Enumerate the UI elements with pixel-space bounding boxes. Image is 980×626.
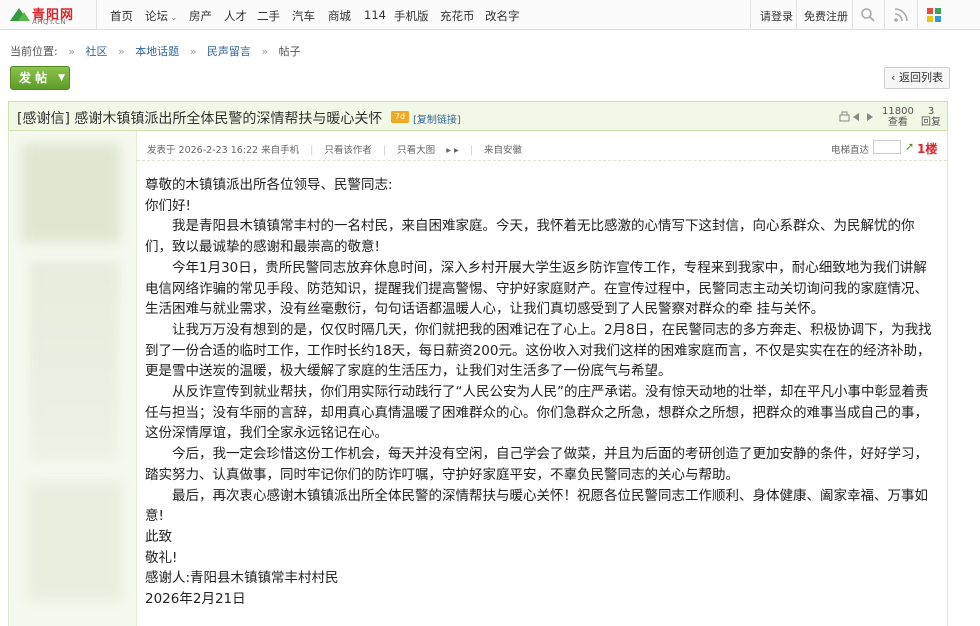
nav-item-mobile[interactable]: 手机版 — [394, 8, 429, 24]
logo-mountain-small-icon — [18, 12, 30, 21]
rss-icon[interactable] — [892, 6, 910, 24]
breadcrumb-separator: » — [261, 45, 269, 58]
nav-item-secondhand[interactable]: 二手 — [257, 8, 280, 24]
letter-closing: 此致 — [145, 528, 172, 545]
back-to-list-button[interactable]: ‹ 返回列表 — [884, 67, 950, 89]
author-stats-blurred — [27, 481, 123, 601]
new-post-button[interactable]: 发 帖 ▼ — [10, 66, 70, 90]
letter-paragraph: 让我万万没有想到的是，仅仅时隔几天，你们就把我的困难记在了心上。2月8日，在民警… — [145, 321, 932, 380]
meta-separator: | — [469, 145, 473, 156]
letter-signer: 感谢人:青阳县木镇镇常丰村村民 — [145, 570, 339, 587]
top-nav-bar: 青阳网 AHQY.CN 首页 论坛 ⌄ 房产 人才 二手 汽车 商城 114 手机… — [0, 0, 980, 30]
view-count: 11800 查看 — [882, 106, 914, 128]
print-icon[interactable] — [839, 111, 850, 122]
nav-item-recharge[interactable]: 充花币 — [440, 8, 475, 24]
search-icon[interactable] — [859, 6, 877, 24]
avatar — [21, 143, 121, 243]
letter-paragraph: 从反诈宣传到就业帮扶，你们用实际行动践行了“人民公安为人民”的庄严承诺。没有惊天… — [145, 384, 929, 442]
login-link[interactable]: 请登录 — [760, 8, 793, 24]
meta-separator: | — [310, 145, 314, 156]
post-timestamp: 发表于 2026-2-23 16:22 来自手机 — [147, 145, 300, 156]
site-logo[interactable]: 青阳网 AHQY.CN — [10, 4, 82, 26]
reply-count-label: 回复 — [921, 117, 941, 128]
letter-salute: 敬礼! — [145, 549, 178, 566]
reply-count-value: 3 — [927, 106, 935, 117]
chevron-down-icon: ▼ — [58, 73, 65, 83]
nav-item-114[interactable]: 114 — [364, 8, 386, 22]
nav-divider — [750, 0, 751, 30]
back-to-list-label: 返回列表 — [898, 71, 943, 84]
thread-title: [感谢信] 感谢木镇镇派出所全体民警的深情帮扶与暖心关怀 — [17, 111, 383, 127]
only-big-image-link[interactable]: 只看大图 — [397, 145, 435, 156]
post-content: 尊敬的木镇镇派出所各位领导、民警同志: 你们好! 我是青阳县木镇镇常丰村的一名村… — [145, 175, 935, 610]
letter-date: 2026年2月21日 — [145, 591, 246, 608]
floor-jump-label: 电梯直达 — [831, 145, 870, 156]
breadcrumb-item-local-topics[interactable]: 本地话题 — [135, 45, 179, 58]
only-author-link[interactable]: 只看该作者 — [324, 145, 372, 156]
breadcrumb-separator: » — [189, 45, 197, 58]
nav-divider — [796, 0, 797, 30]
nav-item-forum[interactable]: 论坛 ⌄ — [145, 8, 178, 24]
copy-link-button[interactable]: [复制链接] — [413, 111, 461, 126]
nav-item-housing[interactable]: 房产 — [189, 8, 212, 24]
register-link[interactable]: 免费注册 — [804, 8, 848, 24]
author-info-blurred — [29, 261, 119, 461]
apps-icon[interactable] — [925, 6, 943, 24]
breadcrumb-item-messages[interactable]: 民声留言 — [207, 45, 251, 58]
nav-item-rename[interactable]: 改名字 — [485, 8, 520, 24]
nav-divider — [884, 0, 885, 30]
floor-jump-input[interactable] — [873, 140, 901, 154]
breadcrumb-separator: » — [117, 45, 125, 58]
breadcrumb-item-post: 帖子 — [278, 45, 301, 58]
prev-thread-icon[interactable] — [853, 113, 859, 121]
nav-item-cars[interactable]: 汽车 — [292, 8, 315, 24]
floor-jump-go-icon[interactable]: ➚ — [905, 140, 914, 153]
new-post-label: 发 帖 — [19, 71, 48, 85]
meta-separator: | — [382, 145, 387, 156]
letter-paragraph: 今后，我一定会珍惜这份工作机会，每天并没有空闲，自己学会了做菜，并且为后面的考研… — [145, 446, 928, 483]
breadcrumb-separator: » — [68, 45, 75, 58]
breadcrumb-prefix: 当前位置: — [10, 45, 58, 58]
floor-number: 1楼 — [917, 142, 938, 156]
post-meta: 发表于 2026-2-23 16:22 来自手机 | 只看该作者 | 只看大图 … — [147, 142, 530, 156]
letter-paragraph: 今年1月30日，贵所民警同志放弃休息时间，深入乡村开展大学生返乡防诈宣传工作，专… — [145, 259, 928, 318]
nav-divider — [852, 0, 853, 30]
letter-paragraph: 我是青阳县木镇镇常丰村的一名村民，来自困难家庭。今天，我怀着无比感激的心情写下这… — [145, 218, 915, 256]
thread-header: [感谢信] 感谢木镇镇派出所全体民警的深情帮扶与暖心关怀 7d [复制链接] 1… — [8, 101, 948, 131]
nav-item-jobs[interactable]: 人才 — [224, 8, 247, 24]
back-arrow-icon: ‹ — [891, 71, 899, 84]
letter-paragraph: 最后，再次衷心感谢木镇镇派出所全体民警的深情帮扶与暖心关怀！祝愿各位民警同志工作… — [145, 487, 928, 525]
play-triangle-icon: ▸ ▸ — [446, 145, 459, 156]
next-thread-icon[interactable] — [867, 113, 873, 121]
nav-divider — [917, 0, 918, 30]
nav-item-home[interactable]: 首页 — [110, 8, 133, 24]
chevron-down-icon: ⌄ — [170, 13, 178, 23]
reply-count: 3 回复 — [921, 106, 941, 128]
view-count-label: 查看 — [887, 117, 908, 128]
nav-divider — [96, 0, 97, 30]
breadcrumb: 当前位置: » 社区 » 本地话题 » 民声留言 » 帖子 — [10, 43, 308, 59]
post-origin: 来自安徽 — [484, 145, 523, 156]
post-meta-row: 发表于 2026-2-23 16:22 来自手机 | 只看该作者 | 只看大图 … — [137, 131, 947, 161]
author-sidebar — [9, 131, 137, 626]
letter-hello: 你们好! — [145, 197, 191, 214]
post-container: 发表于 2026-2-23 16:22 来自手机 | 只看该作者 | 只看大图 … — [8, 131, 948, 626]
breadcrumb-item-community[interactable]: 社区 — [85, 45, 107, 58]
thread-tools — [839, 111, 873, 122]
thread-badge: 7d — [391, 111, 409, 123]
view-count-value: 11800 — [882, 106, 914, 117]
letter-greeting: 尊敬的木镇镇派出所各位领导、民警同志: — [145, 177, 393, 193]
nav-item-mall[interactable]: 商城 — [328, 8, 351, 24]
logo-domain: AHQY.CN — [32, 18, 67, 26]
